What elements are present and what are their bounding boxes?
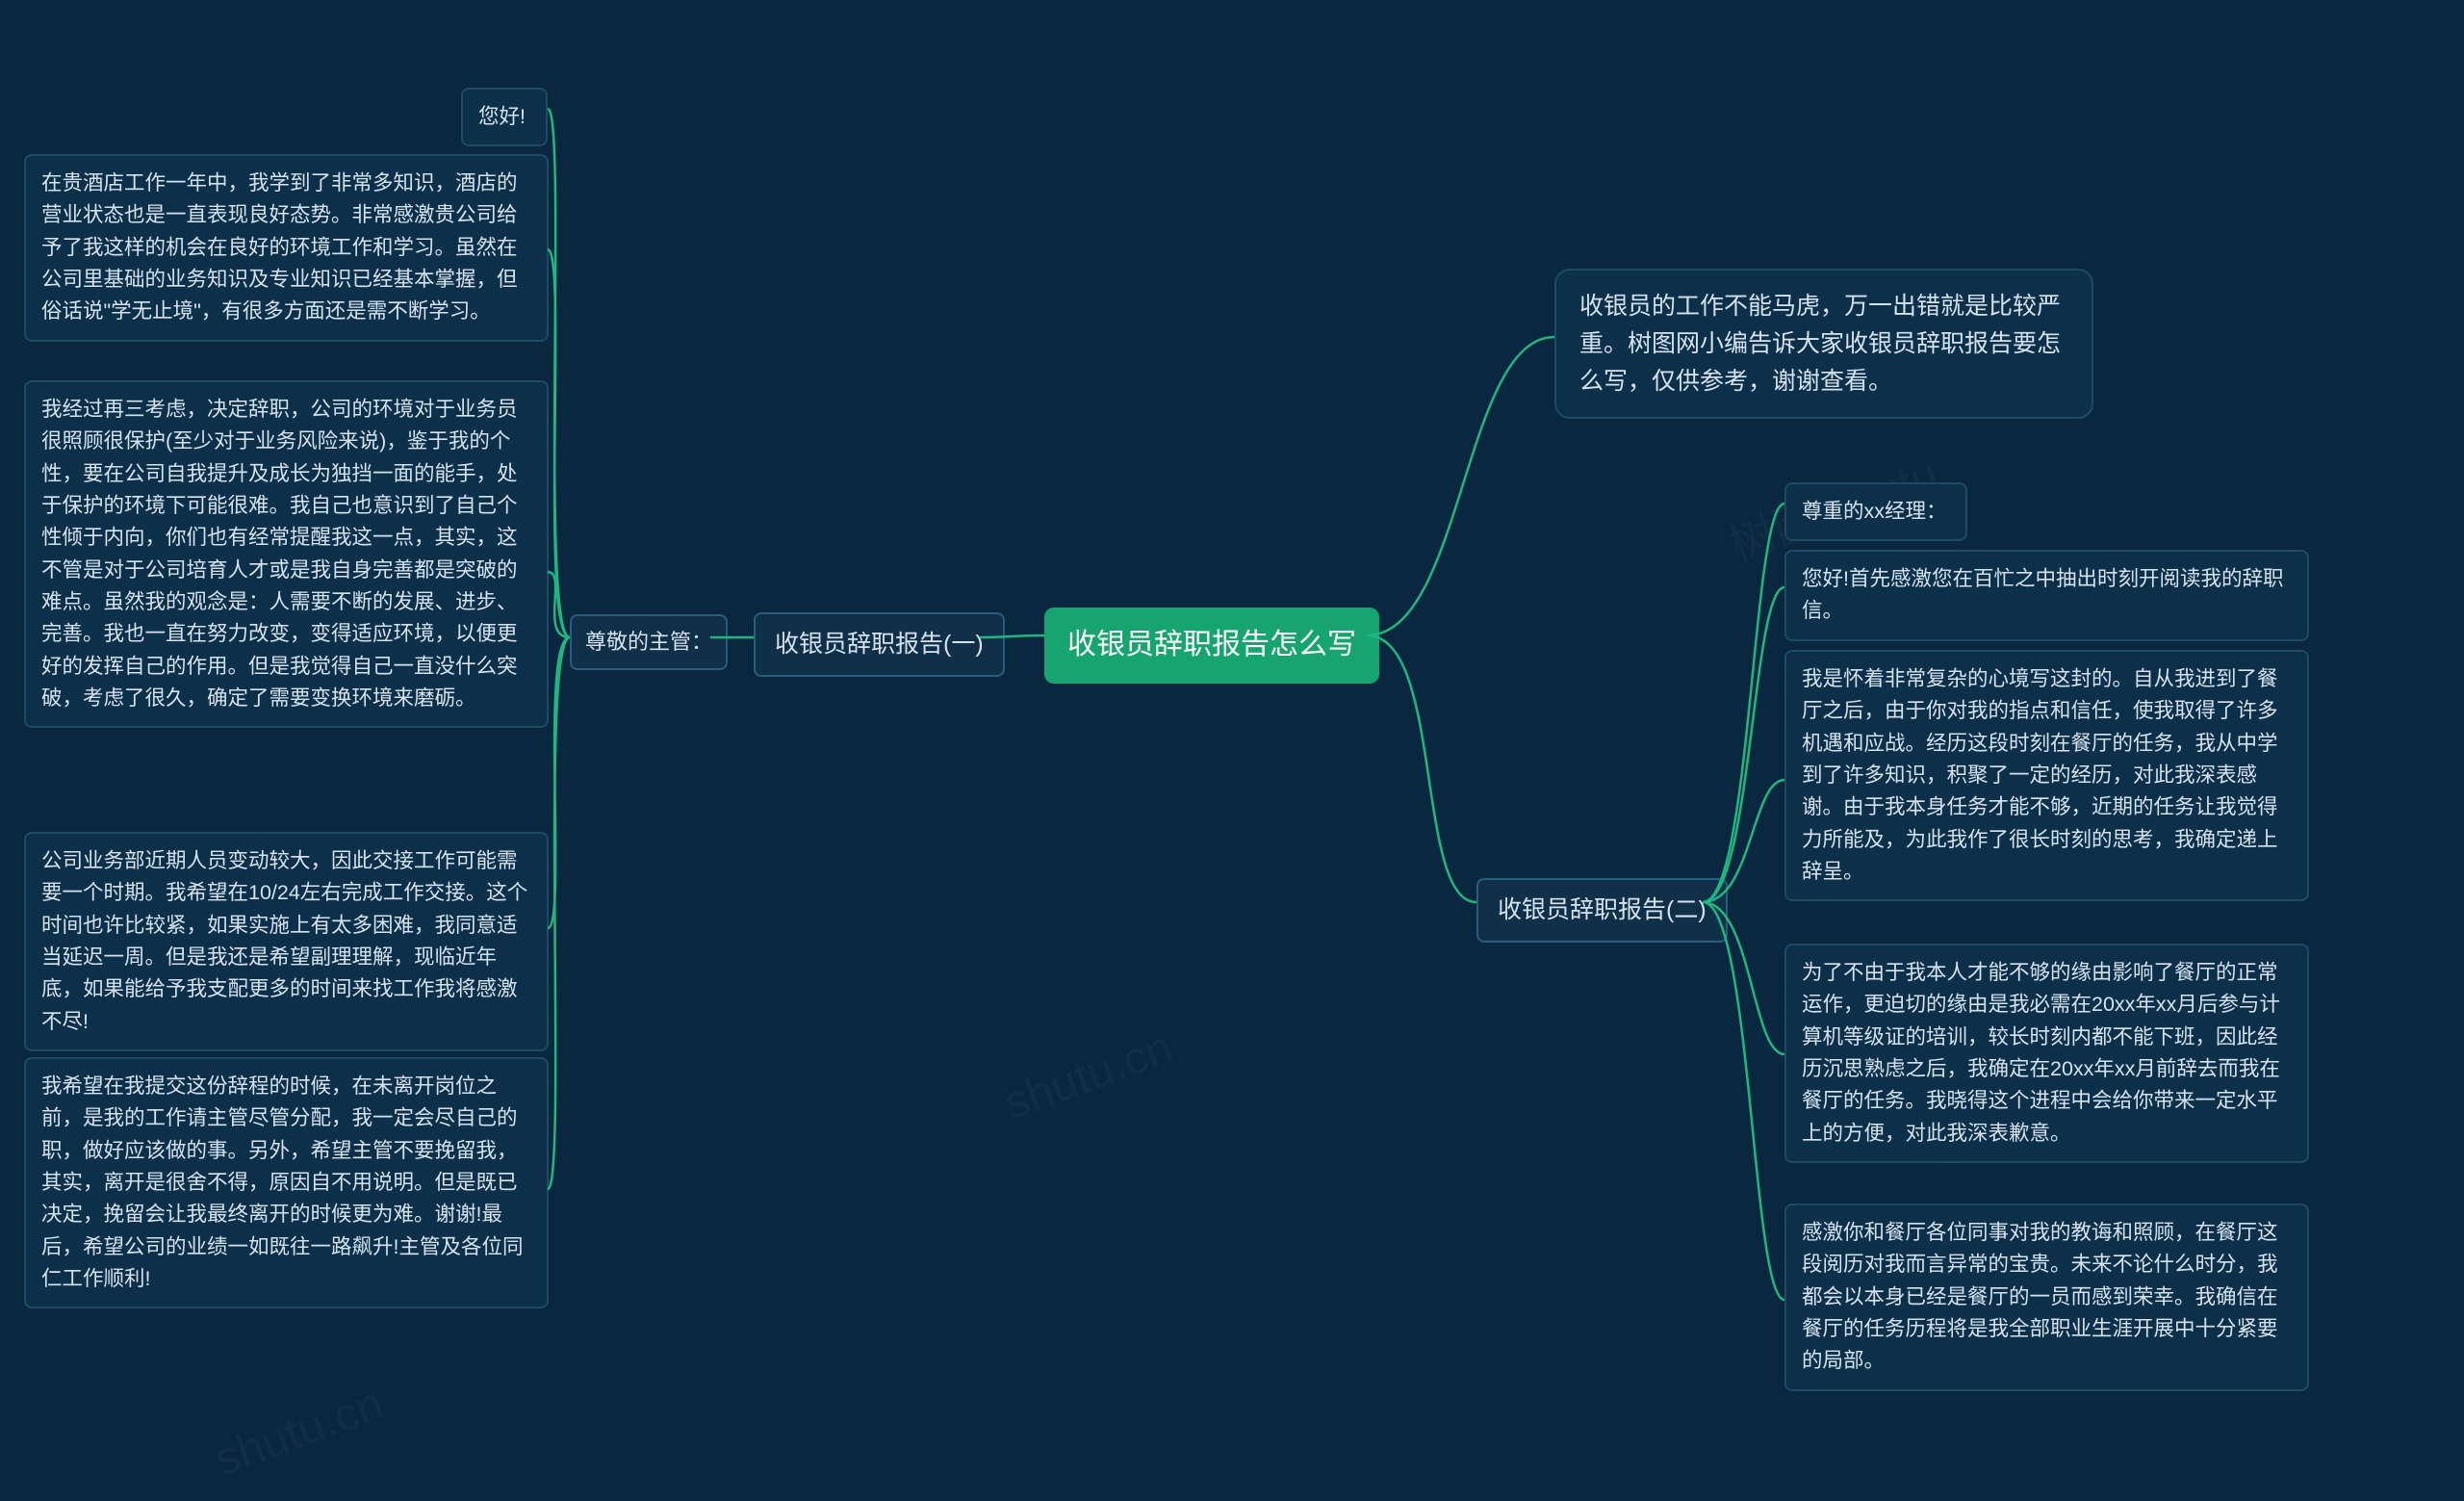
report2-title[interactable]: 收银员辞职报告(二) [1476,878,1728,943]
report1-p2: 在贵酒店工作一年中，我学到了非常多知识，酒店的营业状态也是一直表现良好态势。非常… [24,154,549,342]
report1-p5: 我希望在我提交这份辞程的时候，在未离开岗位之前，是我的工作请主管尽管分配，我一定… [24,1057,549,1308]
report2-p1: 尊重的xx经理： [1784,482,1967,541]
watermark: shutu.cn [208,1378,390,1488]
report2-p3: 我是怀着非常复杂的心境写这封的。自从我进到了餐厅之后，由于你对我的指点和信任，使… [1784,650,2309,901]
report1-p4: 公司业务部近期人员变动较大，因此交接工作可能需要一个时期。我希望在10/24左右… [24,832,549,1051]
report2-p4: 为了不由于我本人才能不够的缘由影响了餐厅的正常运作，更迫切的缘由是我必需在20x… [1784,944,2309,1163]
report1-p3: 我经过再三考虑，决定辞职，公司的环境对于业务员很照顾很保护(至少对于业务风险来说… [24,380,549,728]
intro-text: 收银员的工作不能马虎，万一出错就是比较严重。树图网小编告诉大家收银员辞职报告要怎… [1554,269,2093,419]
watermark: shutu.cn [997,1022,1179,1131]
report1-salutation: 尊敬的主管： [570,614,728,670]
mindmap-root[interactable]: 收银员辞职报告怎么写 [1044,608,1379,684]
report1-p1: 您好! [461,88,548,146]
report1-title[interactable]: 收银员辞职报告(一) [754,612,1005,677]
report2-p5: 感激你和餐厅各位同事对我的教诲和照顾，在餐厅这段阅历对我而言异常的宝贵。未来不论… [1784,1203,2309,1391]
report2-p2: 您好!首先感激您在百忙之中抽出时刻开阅读我的辞职信。 [1784,550,2309,641]
